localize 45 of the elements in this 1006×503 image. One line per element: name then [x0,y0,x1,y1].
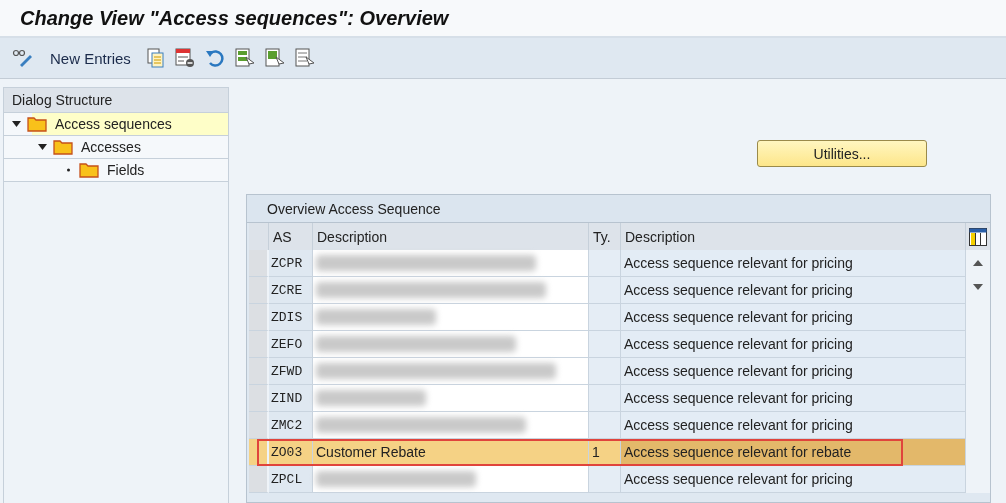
table-cell: Access sequence relevant for pricing [621,304,966,331]
table-cell: ZPCL [269,466,313,493]
copy-icon[interactable] [146,48,165,68]
tree-item[interactable]: Accesses [4,136,228,159]
table-cell: Access sequence relevant for pricing [621,250,966,277]
new-entries-button[interactable]: New Entries [44,49,137,67]
expand-arrow-icon[interactable] [12,121,21,127]
table-cell: ZFWD [269,358,313,385]
utilities-button[interactable]: Utilities... [757,140,927,167]
table-cell: Access sequence relevant for pricing [621,385,966,412]
folder-icon [53,139,73,155]
table-cell: Access sequence relevant for pricing [621,466,966,493]
table-cell: ZCPR [269,250,313,277]
folder-icon [27,116,47,132]
table-cell: ZCRE [269,277,313,304]
column-header[interactable]: Description [313,223,589,250]
expand-arrow-icon[interactable] [38,144,47,150]
select-all-icon[interactable] [234,48,255,68]
table-title: Overview Access Sequence [247,195,990,223]
folder-icon [79,162,99,178]
tree-item[interactable]: Access sequences [4,113,228,136]
deselect-all-icon[interactable] [294,48,315,68]
table-cell: Access sequence relevant for pricing [621,358,966,385]
column-settings-icon[interactable] [969,227,987,246]
table-cell: Access sequence relevant for pricing [621,277,966,304]
glasses-pencil-icon[interactable] [12,49,34,67]
table-cell: Access sequence relevant for pricing [621,412,966,439]
scrollbar[interactable] [966,250,990,493]
delete-row-icon[interactable] [174,48,195,68]
column-header[interactable]: AS [269,223,313,250]
column-header[interactable]: Ty. [589,223,621,250]
table-cell: ZMC2 [269,412,313,439]
scroll-down-icon[interactable] [973,284,983,290]
panel-title: Dialog Structure [4,88,228,113]
table-cell: Access sequence relevant for pricing [621,331,966,358]
tree-item[interactable]: Fields [4,159,228,182]
bullet-icon [64,167,73,173]
table-cell: ZDIS [269,304,313,331]
scroll-up-icon[interactable] [973,260,983,266]
table-cell: ZEFO [269,331,313,358]
select-block-icon[interactable] [264,48,285,68]
window-title: Change View "Access sequences": Overview [20,6,449,30]
table-cell: ZIND [269,385,313,412]
undo-icon[interactable] [204,49,225,67]
column-header[interactable]: Description [621,223,966,250]
